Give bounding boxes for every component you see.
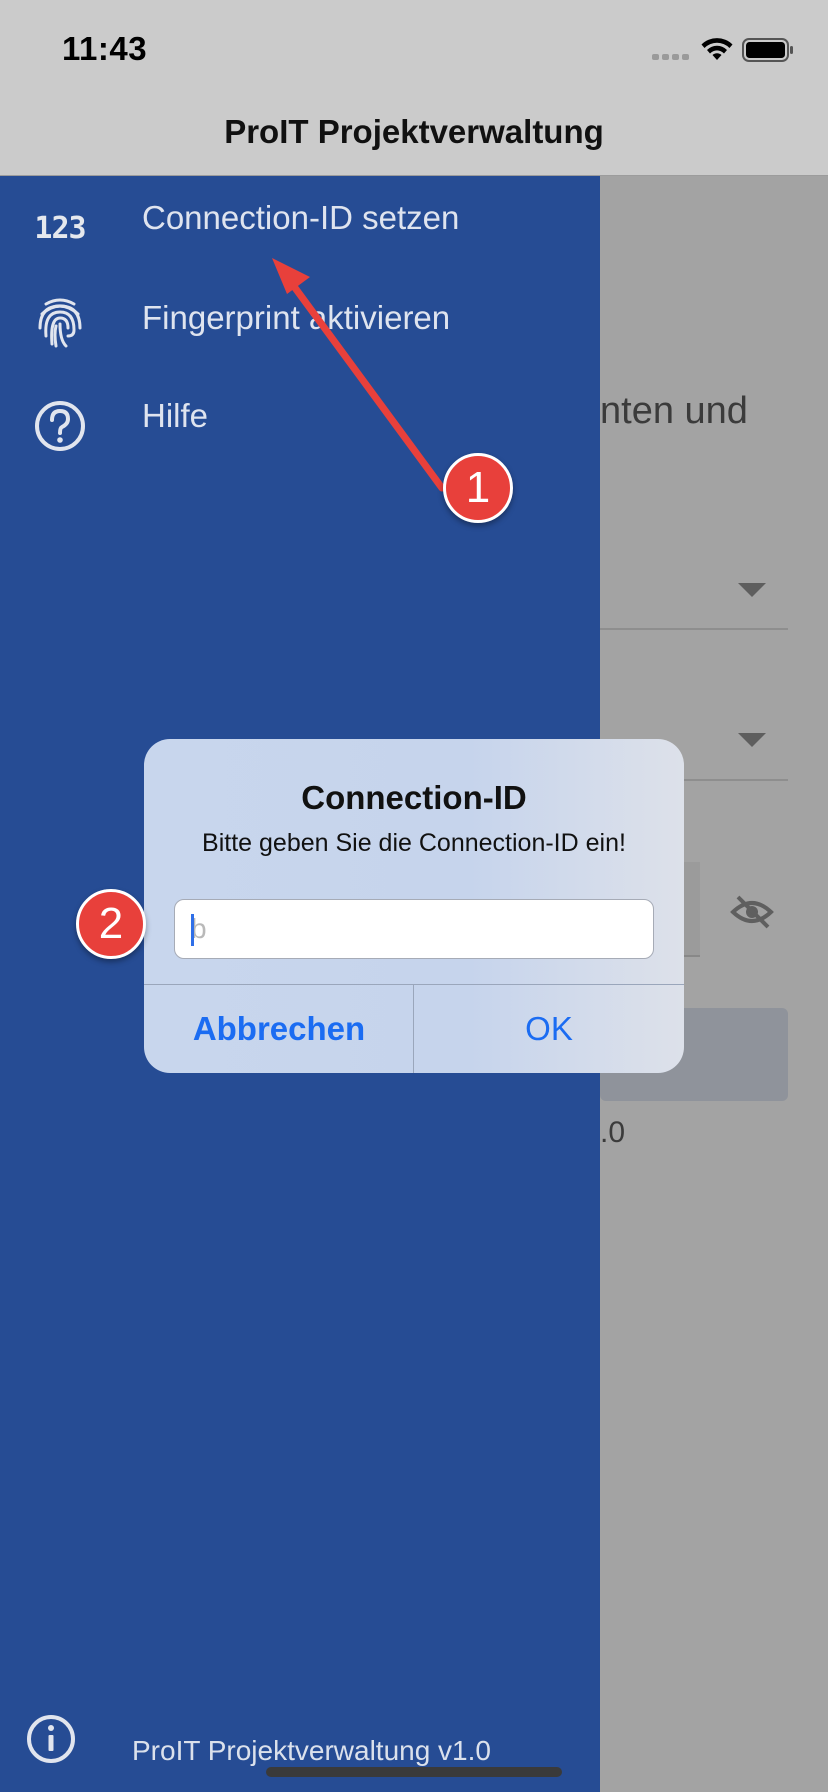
battery-icon <box>742 38 793 62</box>
text-cursor <box>191 914 194 946</box>
drawer-item-label: Hilfe <box>142 397 209 434</box>
annotation-badge-1: 1 <box>443 453 513 523</box>
help-icon <box>35 401 85 451</box>
dropdown-caret-icon <box>738 733 766 747</box>
background-partial-version: .0 <box>600 1116 626 1149</box>
drawer-item-help[interactable]: Hilfe <box>0 376 600 476</box>
background-field-underline <box>600 628 788 630</box>
connection-id-dialog: Connection-ID Bitte geben Sie die Connec… <box>144 739 684 1073</box>
status-bar: 11:43 <box>0 0 828 100</box>
app-version-label: ProIT Projektverwaltung v1.0 <box>132 1735 491 1766</box>
drawer-item-fingerprint[interactable]: Fingerprint aktivieren <box>0 276 600 376</box>
connection-id-input[interactable]: b <box>174 899 654 959</box>
drawer-item-connection-id[interactable]: 123 Connection-ID setzen <box>0 176 600 276</box>
annotation-badge-2: 2 <box>76 889 146 959</box>
dropdown-caret-icon <box>738 583 766 597</box>
cancel-button[interactable]: Abbrechen <box>144 985 414 1073</box>
page-title: ProIT Projektverwaltung <box>224 113 604 150</box>
status-time: 11:43 <box>62 30 148 67</box>
info-icon[interactable] <box>26 1714 76 1764</box>
wifi-icon <box>701 38 733 60</box>
background-partial-text: nten und <box>600 390 748 432</box>
dialog-title: Connection-ID <box>301 779 527 816</box>
home-indicator[interactable] <box>266 1767 562 1777</box>
navigation-bar: ProIT Projektverwaltung <box>0 100 828 176</box>
ok-button[interactable]: OK <box>414 985 684 1073</box>
drawer-item-label: Connection-ID setzen <box>142 199 460 236</box>
eye-off-icon <box>730 895 774 929</box>
drawer-item-label: Fingerprint aktivieren <box>142 299 451 336</box>
numbers-icon: 123 <box>34 210 86 246</box>
fingerprint-icon <box>38 298 82 348</box>
dialog-message: Bitte geben Sie die Connection-ID ein! <box>202 829 626 857</box>
cellular-signal-icon <box>652 54 692 60</box>
